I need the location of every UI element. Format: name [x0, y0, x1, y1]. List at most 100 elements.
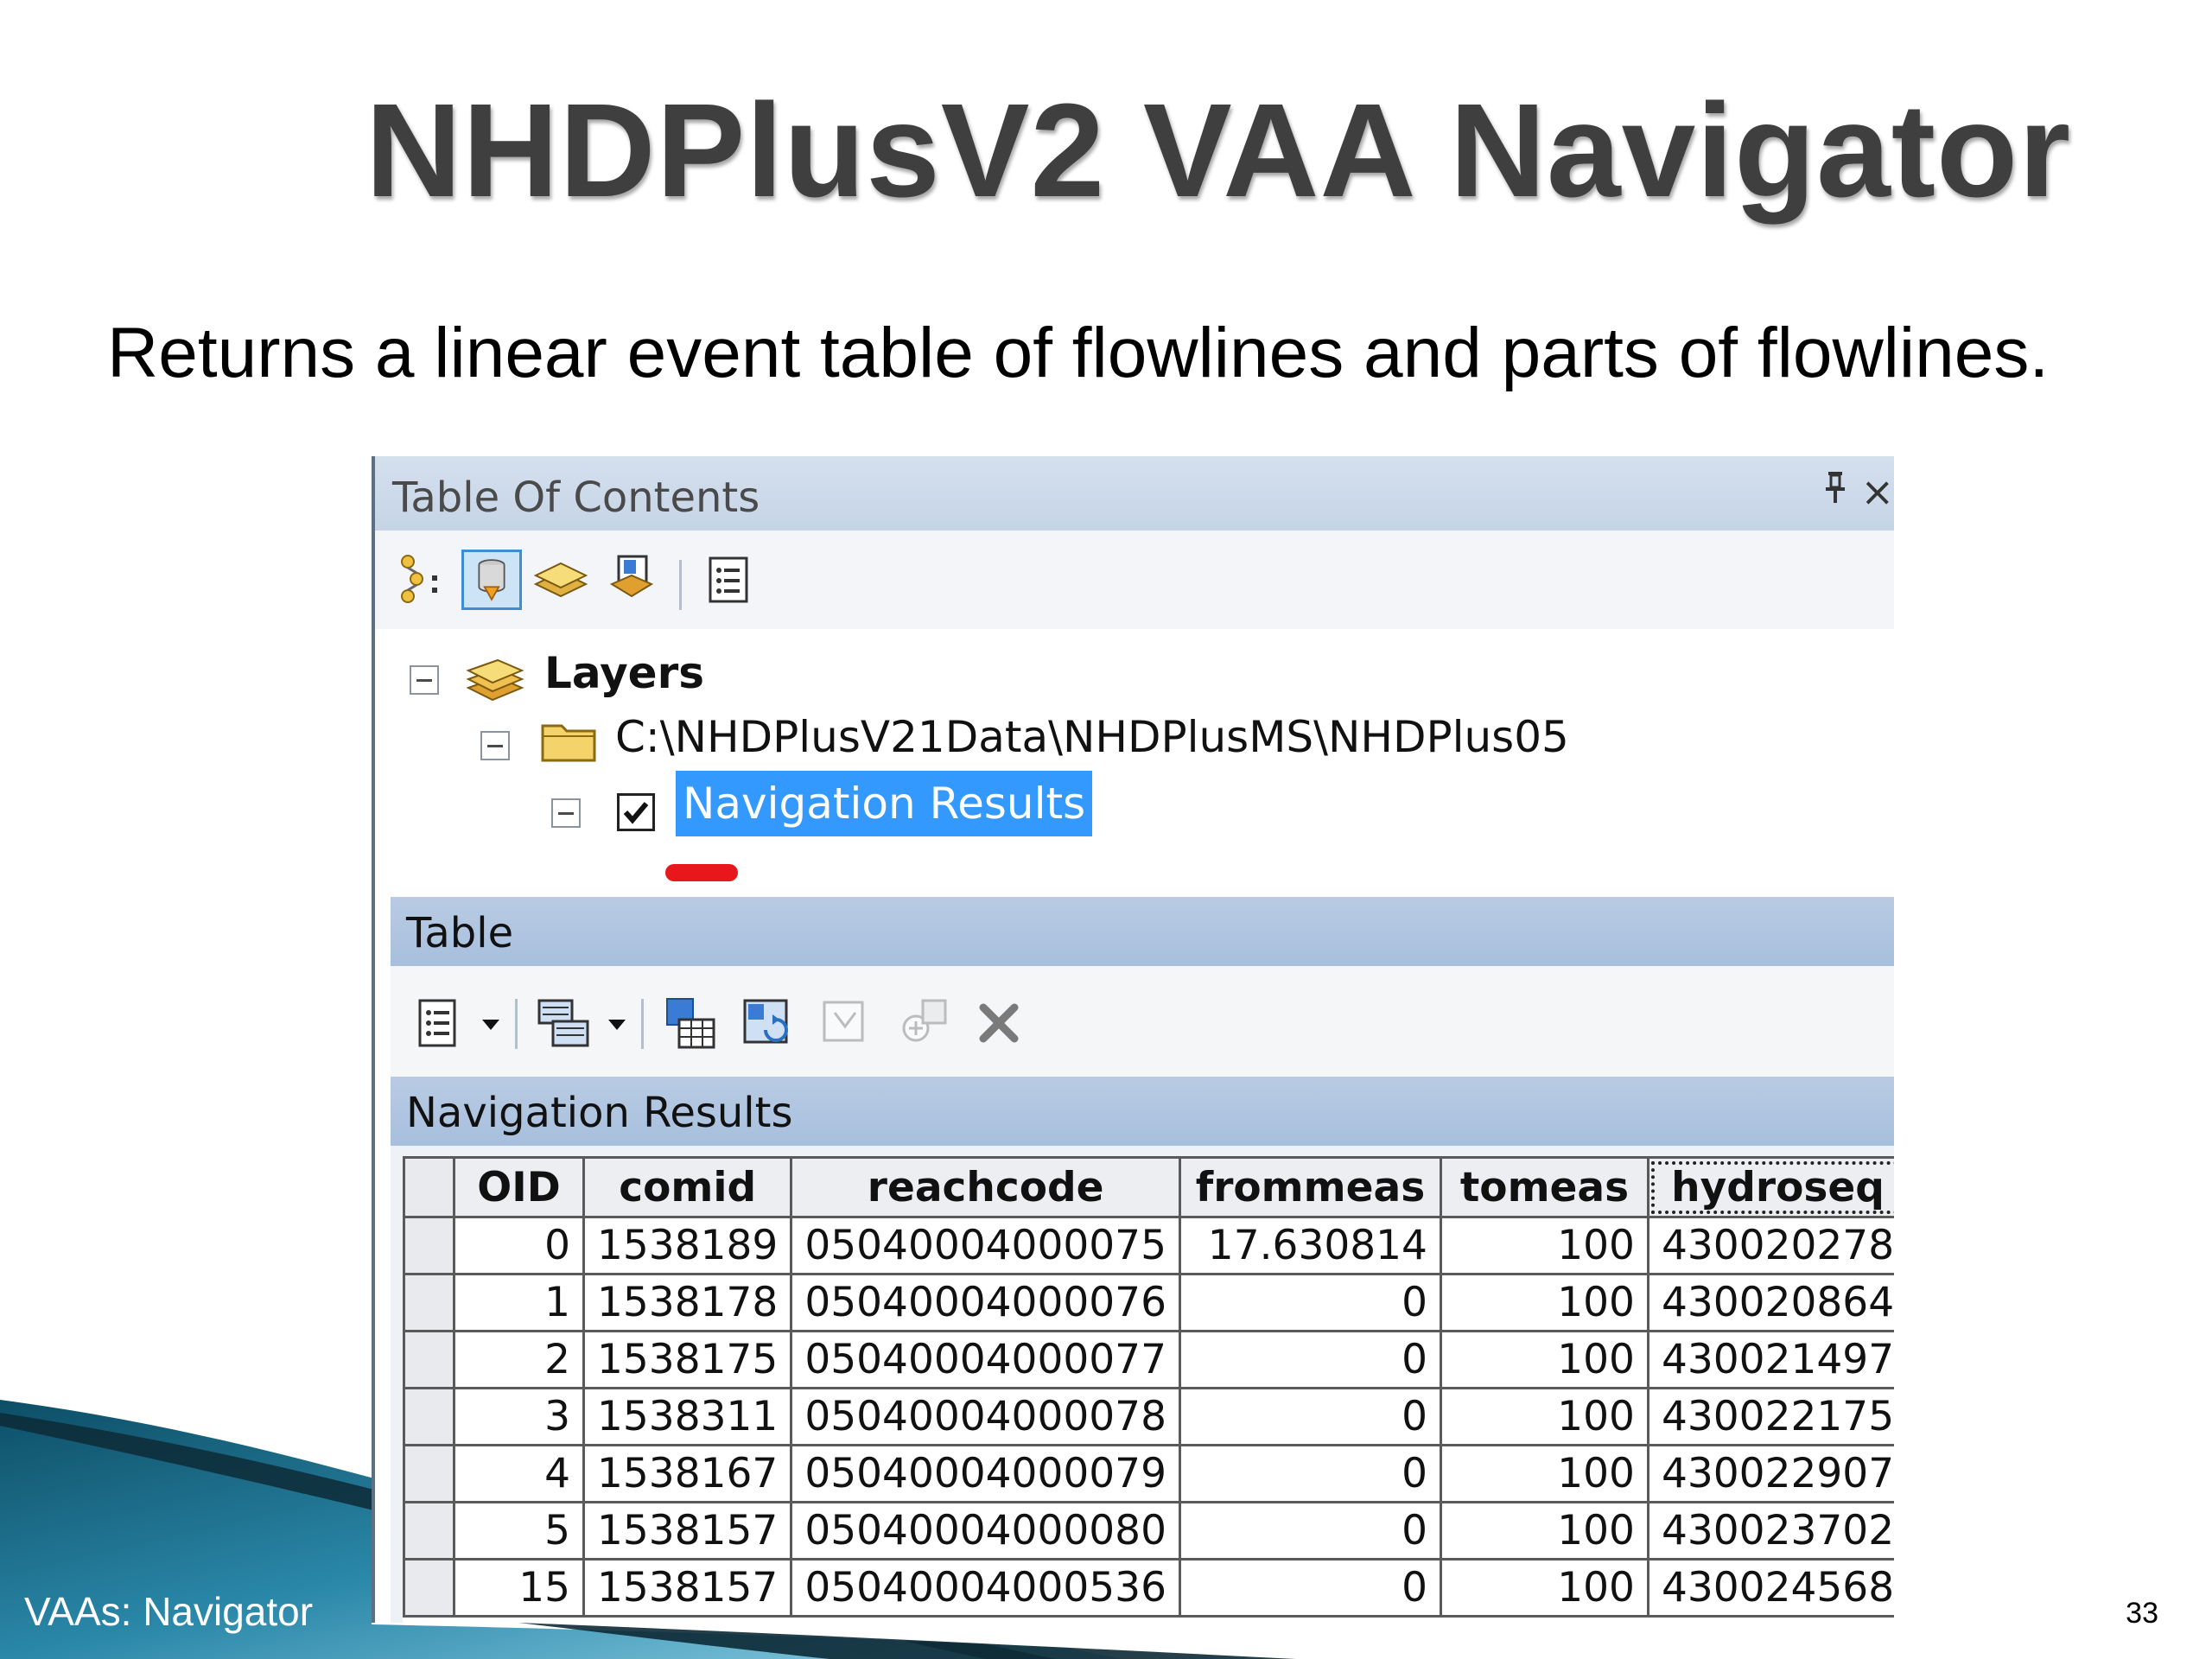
toolbar-separator [679, 560, 682, 610]
cell-oid[interactable]: 2 [453, 1330, 585, 1389]
column-header-hydroseq[interactable]: hydroseq [1646, 1156, 1894, 1218]
select-by-attributes-icon[interactable] [662, 995, 717, 1051]
cell-oid[interactable]: 3 [453, 1387, 585, 1446]
cell-comid[interactable]: 1538167 [582, 1444, 793, 1503]
list-by-visibility-icon[interactable] [531, 550, 591, 610]
cell-hydroseq[interactable]: 430020278 [1646, 1216, 1894, 1275]
cell-comid[interactable]: 1538157 [582, 1501, 793, 1560]
list-by-source-icon[interactable] [461, 550, 522, 610]
row-selector[interactable] [403, 1501, 455, 1560]
tree-layer-navigation-results[interactable]: Navigation Results [676, 771, 1093, 836]
cell-frommeas[interactable]: 0 [1178, 1387, 1442, 1446]
row-selector[interactable] [403, 1330, 455, 1389]
folder-icon [541, 724, 596, 762]
row-selector[interactable] [403, 1558, 455, 1618]
column-header-reachcode[interactable]: reachcode [790, 1156, 1181, 1218]
cell-comid[interactable]: 1538175 [582, 1330, 793, 1389]
cell-frommeas[interactable]: 0 [1178, 1444, 1442, 1503]
table-window-header: Table [391, 897, 1894, 966]
switch-selection-icon[interactable] [740, 995, 795, 1051]
column-header-tomeas[interactable]: tomeas [1439, 1156, 1649, 1218]
table-header-row: OID comid reachcode frommeas tomeas hydr… [403, 1156, 1894, 1218]
layer-visibility-checkbox[interactable] [617, 793, 655, 831]
cell-frommeas[interactable]: 17.630814 [1178, 1216, 1442, 1275]
collapse-layer-toggle[interactable] [551, 798, 581, 828]
tree-root-layers[interactable]: Layers [544, 648, 704, 698]
cell-comid[interactable]: 1538178 [582, 1273, 793, 1332]
list-by-drawing-order-icon[interactable] [396, 550, 456, 610]
cell-hydroseq[interactable]: 430021497 [1646, 1330, 1894, 1389]
cell-frommeas[interactable]: 0 [1178, 1330, 1442, 1389]
row-selector[interactable] [403, 1273, 455, 1332]
cell-reachcode[interactable]: 05040004000536 [790, 1558, 1181, 1618]
cell-reachcode[interactable]: 05040004000075 [790, 1216, 1181, 1275]
options-icon[interactable] [698, 550, 759, 610]
tree-folder-path[interactable]: C:\NHDPlusV21Data\NHDPlusMS\NHDPlus05 [615, 712, 1569, 762]
collapse-layers-toggle[interactable] [410, 665, 439, 695]
table-tab-header: Navigation Results [391, 1077, 1894, 1146]
cell-hydroseq[interactable]: 430024568 [1646, 1558, 1894, 1618]
cell-oid[interactable]: 0 [453, 1216, 585, 1275]
cell-reachcode[interactable]: 05040004000079 [790, 1444, 1181, 1503]
list-by-selection-icon[interactable] [601, 550, 662, 610]
cell-hydroseq[interactable]: 430022175 [1646, 1387, 1894, 1446]
delete-selected-icon[interactable] [971, 995, 1027, 1051]
table-row[interactable]: 0 1538189 05040004000075 17.630814 100 4… [403, 1216, 1894, 1275]
table-row[interactable]: 2 1538175 05040004000077 0 100 430021497 [403, 1330, 1894, 1389]
table-row[interactable]: 3 1538311 05040004000078 0 100 430022175 [403, 1387, 1894, 1446]
cell-reachcode[interactable]: 05040004000076 [790, 1273, 1181, 1332]
cell-hydroseq[interactable]: 430023702 [1646, 1501, 1894, 1560]
toolbar-separator [641, 999, 644, 1049]
clear-selection-icon[interactable] [817, 995, 873, 1051]
row-selector-header[interactable] [403, 1156, 455, 1218]
cell-oid[interactable]: 1 [453, 1273, 585, 1332]
zoom-to-selected-icon[interactable] [895, 995, 950, 1051]
cell-tomeas[interactable]: 100 [1439, 1216, 1649, 1275]
column-header-frommeas[interactable]: frommeas [1178, 1156, 1442, 1218]
row-selector[interactable] [403, 1387, 455, 1446]
attribute-table: OID comid reachcode frommeas tomeas hydr… [403, 1156, 1894, 1623]
collapse-folder-toggle[interactable] [480, 731, 510, 760]
cell-tomeas[interactable]: 100 [1439, 1558, 1649, 1618]
cell-comid[interactable]: 1538189 [582, 1216, 793, 1275]
column-header-oid[interactable]: OID [453, 1156, 585, 1218]
cell-oid[interactable]: 15 [453, 1558, 585, 1618]
table-options-dropdown[interactable] [482, 1020, 499, 1030]
cell-frommeas[interactable]: 0 [1178, 1273, 1442, 1332]
cell-tomeas[interactable]: 100 [1439, 1273, 1649, 1332]
cell-frommeas[interactable]: 0 [1178, 1558, 1442, 1618]
cell-reachcode[interactable]: 05040004000080 [790, 1501, 1181, 1560]
cell-tomeas[interactable]: 100 [1439, 1330, 1649, 1389]
table-row[interactable]: 1 1538178 05040004000076 0 100 430020864 [403, 1273, 1894, 1332]
cell-hydroseq[interactable]: 430020864 [1646, 1273, 1894, 1332]
toc-toolbar [375, 531, 1894, 632]
cell-tomeas[interactable]: 100 [1439, 1501, 1649, 1560]
cell-frommeas[interactable]: 0 [1178, 1501, 1442, 1560]
close-icon[interactable]: × [1860, 468, 1894, 515]
row-selector[interactable] [403, 1216, 455, 1275]
table-row[interactable]: 4 1538167 05040004000079 0 100 430022907 [403, 1444, 1894, 1503]
cell-reachcode[interactable]: 05040004000077 [790, 1330, 1181, 1389]
pin-icon[interactable] [1823, 470, 1847, 505]
toc-title: Table Of Contents [392, 474, 760, 522]
row-selector[interactable] [403, 1444, 455, 1503]
related-tables-dropdown[interactable] [608, 1020, 626, 1030]
cell-comid[interactable]: 1538311 [582, 1387, 793, 1446]
cell-comid[interactable]: 1538157 [582, 1558, 793, 1618]
cell-tomeas[interactable]: 100 [1439, 1444, 1649, 1503]
column-header-comid[interactable]: comid [582, 1156, 793, 1218]
cell-hydroseq[interactable]: 430022907 [1646, 1444, 1894, 1503]
cell-oid[interactable]: 5 [453, 1501, 585, 1560]
table-row[interactable]: 5 1538157 05040004000080 0 100 430023702 [403, 1501, 1894, 1560]
toc-header: Table Of Contents × [375, 456, 1894, 531]
table-row[interactable]: 15 1538157 05040004000536 0 100 43002456… [403, 1558, 1894, 1618]
checkmark-icon [623, 802, 649, 824]
related-tables-icon[interactable] [536, 995, 591, 1051]
toc-tree: Layers C:\NHDPlusV21Data\NHDPlusMS\NHDPl… [375, 629, 1894, 888]
cell-tomeas[interactable]: 100 [1439, 1387, 1649, 1446]
cell-oid[interactable]: 4 [453, 1444, 585, 1503]
cell-reachcode[interactable]: 05040004000078 [790, 1387, 1181, 1446]
table-options-icon[interactable] [411, 995, 467, 1051]
attribute-grid: OID comid reachcode frommeas tomeas hydr… [403, 1156, 1894, 1618]
table-name[interactable]: Navigation Results [406, 1089, 792, 1137]
